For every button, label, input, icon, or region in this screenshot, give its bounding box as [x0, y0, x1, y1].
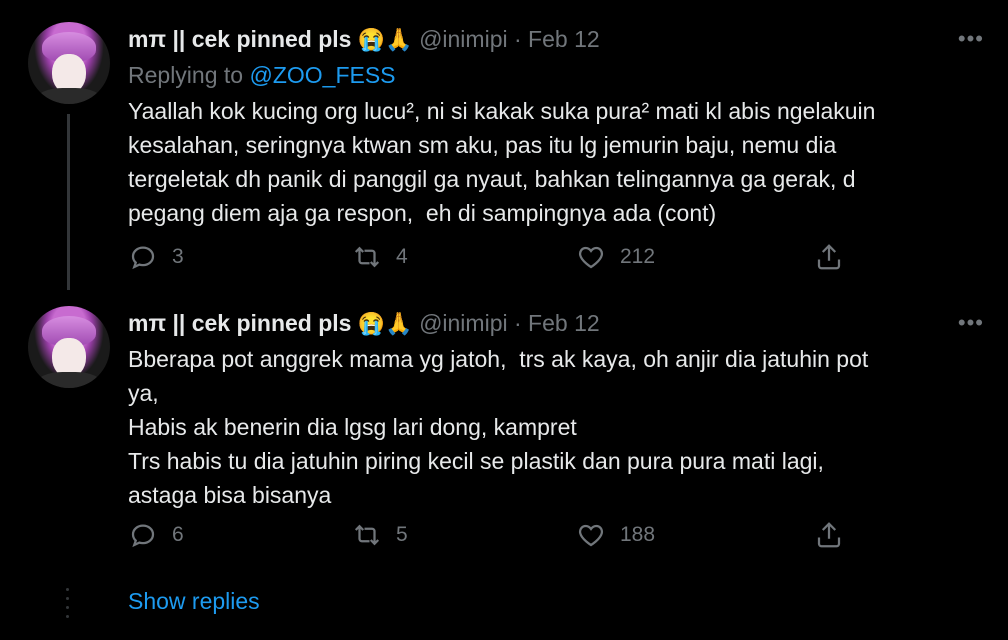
- user-handle[interactable]: @inimipi: [419, 310, 508, 336]
- share-icon: [817, 244, 841, 270]
- heart-icon: [578, 524, 604, 547]
- avatar[interactable]: [28, 22, 110, 104]
- more-options-icon[interactable]: •••: [958, 26, 984, 52]
- tweet-date[interactable]: Feb 12: [528, 26, 600, 52]
- like-button[interactable]: 188: [576, 520, 655, 550]
- avatar[interactable]: [28, 306, 110, 388]
- thread-dots: [66, 588, 70, 624]
- mention-link[interactable]: @ZOO_FESS: [249, 62, 395, 88]
- retweet-icon: [354, 524, 380, 546]
- like-button[interactable]: 212: [576, 242, 655, 272]
- tweet-text: Yaallah kok kucing org lucu², ni si kaka…: [128, 98, 876, 226]
- retweet-count: 4: [396, 245, 408, 268]
- tweet-text: Bberapa pot anggrek mama yg jatoh, trs a…: [128, 346, 869, 508]
- name-emoji: 😭🙏: [357, 27, 413, 52]
- tweet-actions: 6 5 188: [128, 520, 848, 550]
- reply-icon: [131, 246, 155, 270]
- share-icon: [817, 522, 841, 548]
- reply-button[interactable]: 6: [128, 520, 184, 550]
- user-handle[interactable]: @inimipi: [419, 26, 508, 52]
- avatar-shoulder: [36, 88, 102, 104]
- tweet-date[interactable]: Feb 12: [528, 310, 600, 336]
- tweet-header: mπ || cek pinned pls 😭🙏 @inimipi · Feb 1…: [128, 310, 600, 337]
- heart-icon: [578, 246, 604, 269]
- replying-to: Replying to @ZOO_FESS: [128, 62, 396, 89]
- retweet-button[interactable]: 5: [352, 520, 408, 550]
- reply-icon: [131, 524, 155, 548]
- like-count: 212: [620, 245, 656, 268]
- more-options-icon[interactable]: •••: [958, 310, 984, 336]
- replying-prefix: Replying to: [128, 62, 244, 88]
- display-name[interactable]: mπ || cek pinned pls: [128, 26, 351, 52]
- separator-dot: ·: [513, 310, 522, 336]
- share-button[interactable]: [814, 242, 858, 272]
- reply-count: 3: [172, 245, 184, 268]
- retweet-count: 5: [396, 523, 408, 546]
- like-count: 188: [620, 523, 656, 546]
- name-emoji: 😭🙏: [357, 311, 413, 336]
- separator-dot: ·: [513, 26, 522, 52]
- share-button[interactable]: [814, 520, 858, 550]
- retweet-icon: [354, 246, 380, 268]
- thread-line: [67, 114, 70, 290]
- tweet-actions: 3 4 212: [128, 242, 848, 272]
- avatar-shoulder: [36, 372, 102, 388]
- reply-count: 6: [172, 523, 184, 546]
- tweet-header: mπ || cek pinned pls 😭🙏 @inimipi · Feb 1…: [128, 26, 600, 53]
- show-replies-link[interactable]: Show replies: [128, 588, 260, 615]
- reply-button[interactable]: 3: [128, 242, 184, 272]
- retweet-button[interactable]: 4: [352, 242, 408, 272]
- display-name[interactable]: mπ || cek pinned pls: [128, 310, 351, 336]
